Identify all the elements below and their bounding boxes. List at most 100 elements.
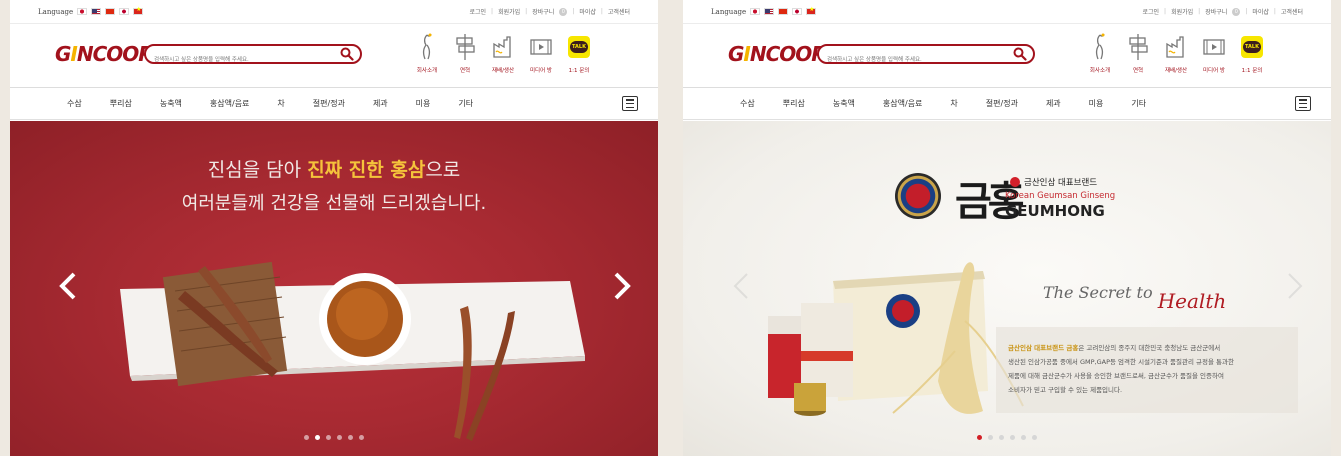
nav-history[interactable]: 연혁 xyxy=(453,32,477,74)
site-header: GINCOOP 회사소개 연혁 재배/생산 미디어 방 TALK xyxy=(10,24,658,88)
desc-line1: 금산인삼 대표브랜드 금홍은 고려인삼의 종주지 대한민국 충청남도 금산군에서 xyxy=(1008,344,1221,352)
nav-production[interactable]: 재배/생산 xyxy=(1164,32,1188,74)
search-icon[interactable] xyxy=(340,47,354,61)
site-logo[interactable]: GINCOOP xyxy=(728,42,826,66)
menu-confectionery[interactable]: 제과 xyxy=(1046,98,1061,109)
flag-china-icon[interactable] xyxy=(105,8,116,15)
menu-fresh-ginseng[interactable]: 수삼 xyxy=(740,98,755,109)
nav-history[interactable]: 연혁 xyxy=(1126,32,1150,74)
desc-line3: 제품에 대해 금산군수가 사용을 승인한 브랜드로써, 금산군수가 품질을 인증… xyxy=(1008,372,1224,380)
language-label: Language xyxy=(38,7,74,16)
myshop-link[interactable]: 마이샵 xyxy=(579,7,596,16)
carousel-dot[interactable] xyxy=(304,435,309,440)
site-panel-left: Language 로그인| 회원가입| 장바구니0| 마이샵| 고객센터 GIN… xyxy=(10,0,658,456)
carousel-dot[interactable] xyxy=(359,435,364,440)
signup-link[interactable]: 회원가입 xyxy=(1171,7,1193,16)
hero-slide-geumhong-brand: 금홍 금산인삼 대표브랜드 Korean Geumsan Ginseng GEU… xyxy=(683,121,1331,456)
desc-line2: 생산된 인삼가공품 중에서 GMP,GAP등 엄격한 시설기준과 품질관리 규정… xyxy=(1008,358,1234,366)
customer-center-link[interactable]: 고객센터 xyxy=(608,7,630,16)
search-input[interactable] xyxy=(154,52,334,68)
flag-japan-icon[interactable] xyxy=(792,8,803,15)
menu-etc[interactable]: 기타 xyxy=(1131,98,1146,109)
cart-link[interactable]: 장바구니 xyxy=(532,7,554,16)
desc-line4: 소비자가 믿고 구입할 수 있는 제품입니다. xyxy=(1008,386,1123,394)
menu-tea[interactable]: 차 xyxy=(950,98,957,109)
brand-description: 금산인삼 대표브랜드 금홍은 고려인삼의 종주지 대한민국 충청남도 금산군에서… xyxy=(996,327,1298,413)
carousel-dot[interactable] xyxy=(348,435,353,440)
menu-concentrate[interactable]: 농축액 xyxy=(833,98,855,109)
carousel-dot-active[interactable] xyxy=(315,435,320,440)
film-play-icon xyxy=(1203,39,1225,55)
carousel-dot[interactable] xyxy=(326,435,331,440)
hero-slide-red-ginseng: 진심을 담아 진짜 진한 홍삼으로 여러분들께 건강을 선물해 드리겠습니다. xyxy=(10,121,658,456)
carousel-next-arrow-icon[interactable] xyxy=(1283,271,1307,301)
menu-hamburger-icon[interactable] xyxy=(1295,96,1311,111)
menu-concentrate[interactable]: 농축액 xyxy=(160,98,182,109)
myshop-link[interactable]: 마이샵 xyxy=(1252,7,1269,16)
search-icon[interactable] xyxy=(1013,47,1027,61)
login-link[interactable]: 로그인 xyxy=(1142,7,1159,16)
carousel-dot[interactable] xyxy=(1032,435,1037,440)
flag-japan-icon[interactable] xyxy=(119,8,130,15)
site-header: GINCOOP 회사소개 연혁 재배/생산 미디어 방 TALK xyxy=(683,24,1331,88)
menu-red-ginseng-drink[interactable]: 홍삼액/음료 xyxy=(883,98,923,109)
search-input[interactable] xyxy=(827,52,1007,68)
carousel-dot[interactable] xyxy=(337,435,342,440)
carousel-dot[interactable] xyxy=(988,435,993,440)
language-selector: Language xyxy=(711,6,817,16)
menu-sliced[interactable]: 절편/정과 xyxy=(986,98,1018,109)
ginseng-tray-image xyxy=(120,261,585,441)
factory-icon xyxy=(1166,36,1184,58)
nav-kakao-inquiry[interactable]: TALK 1:1 문의 xyxy=(1240,32,1264,74)
kakao-talk-icon: TALK xyxy=(568,36,590,58)
flag-korea-icon[interactable] xyxy=(750,8,761,15)
nav-media[interactable]: 미디어 방 xyxy=(1202,32,1226,74)
nav-kakao-inquiry[interactable]: TALK 1:1 문의 xyxy=(567,32,591,74)
menu-root-ginseng[interactable]: 뿌리삼 xyxy=(783,98,805,109)
carousel-dot[interactable] xyxy=(1021,435,1026,440)
carousel-prev-arrow-icon[interactable] xyxy=(729,271,753,301)
menu-beauty[interactable]: 미용 xyxy=(1089,98,1104,109)
carousel-next-arrow-icon[interactable] xyxy=(610,271,634,301)
menu-sliced[interactable]: 절편/정과 xyxy=(313,98,345,109)
top-utility-bar: Language 로그인| 회원가입| 장바구니0| 마이샵| 고객센터 xyxy=(683,0,1331,24)
menu-red-ginseng-drink[interactable]: 홍삼액/음료 xyxy=(210,98,250,109)
signup-link[interactable]: 회원가입 xyxy=(498,7,520,16)
menu-tea[interactable]: 차 xyxy=(277,98,284,109)
flag-vietnam-icon[interactable] xyxy=(806,6,817,15)
flag-usa-icon[interactable] xyxy=(91,8,102,15)
menu-etc[interactable]: 기타 xyxy=(458,98,473,109)
carousel-dot[interactable] xyxy=(999,435,1004,440)
menu-confectionery[interactable]: 제과 xyxy=(373,98,388,109)
ginseng-root-icon xyxy=(1095,33,1105,60)
carousel-prev-arrow-icon[interactable] xyxy=(56,271,80,301)
signpost-icon xyxy=(456,34,475,60)
menu-hamburger-icon[interactable] xyxy=(622,96,638,111)
flag-usa-icon[interactable] xyxy=(764,8,775,15)
customer-center-link[interactable]: 고객센터 xyxy=(1281,7,1303,16)
menu-root-ginseng[interactable]: 뿌리삼 xyxy=(110,98,132,109)
nav-company[interactable]: 회사소개 xyxy=(1088,32,1112,74)
cart-link[interactable]: 장바구니 xyxy=(1205,7,1227,16)
carousel-dots xyxy=(683,435,1331,440)
flag-korea-icon[interactable] xyxy=(77,8,88,15)
flag-vietnam-icon[interactable] xyxy=(133,6,144,15)
nav-company[interactable]: 회사소개 xyxy=(415,32,439,74)
login-link[interactable]: 로그인 xyxy=(469,7,486,16)
menu-beauty[interactable]: 미용 xyxy=(416,98,431,109)
language-label: Language xyxy=(711,7,747,16)
nav-production[interactable]: 재배/생산 xyxy=(491,32,515,74)
carousel-dot[interactable] xyxy=(1010,435,1015,440)
ginseng-root-icon xyxy=(422,33,432,60)
quick-nav-icons: 회사소개 연혁 재배/생산 미디어 방 TALK 1:1 문의 xyxy=(1088,32,1264,74)
site-panel-right: Language 로그인| 회원가입| 장바구니0| 마이샵| 고객센터 GIN… xyxy=(683,0,1331,456)
carousel-dot-active[interactable] xyxy=(977,435,982,440)
site-logo[interactable]: GINCOOP xyxy=(55,42,153,66)
menu-fresh-ginseng[interactable]: 수삼 xyxy=(67,98,82,109)
nav-media[interactable]: 미디어 방 xyxy=(529,32,553,74)
cart-count-badge: 0 xyxy=(559,7,568,16)
kakao-talk-icon: TALK xyxy=(1241,36,1263,58)
top-links: 로그인 | 회원가입 | 장바구니 0 | 마이샵 | 고객센터 xyxy=(469,7,630,16)
search-box xyxy=(817,44,1035,68)
flag-china-icon[interactable] xyxy=(778,8,789,15)
